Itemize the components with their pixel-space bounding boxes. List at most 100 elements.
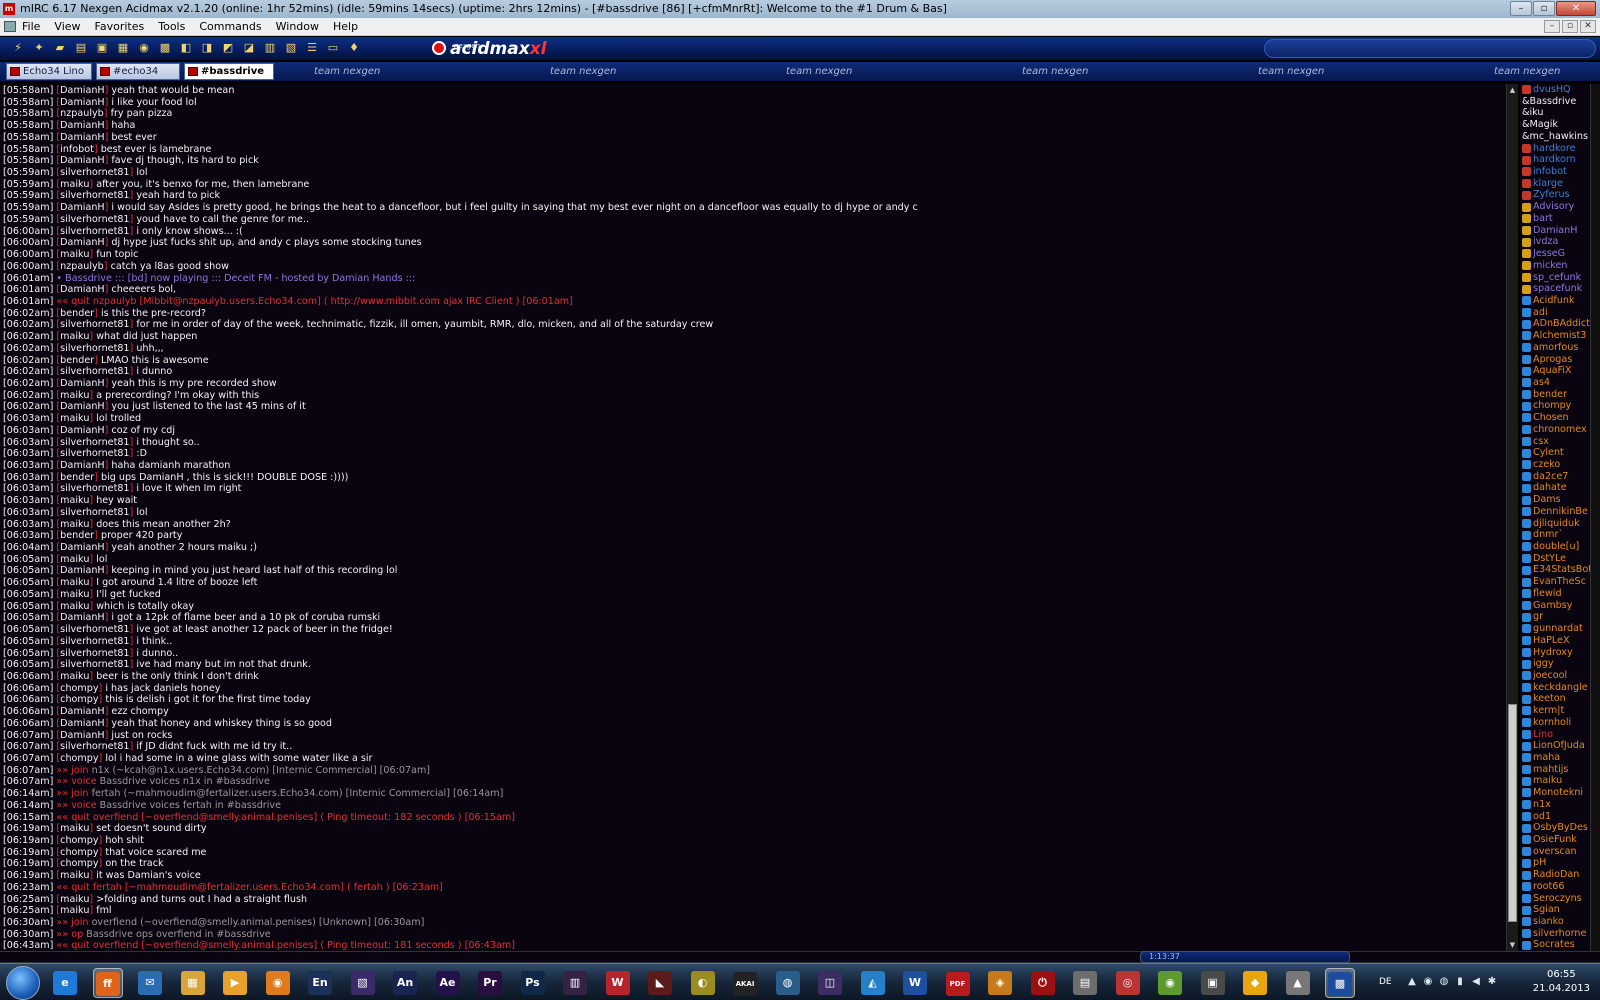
tray-expand-icon[interactable]: ▲	[1406, 976, 1418, 988]
nickname[interactable]: maiku	[60, 331, 89, 342]
mirc-app-icon[interactable]: m	[3, 3, 15, 15]
nick-list-item[interactable]: double[u]	[1520, 541, 1600, 553]
nickname[interactable]: nzpaulyb	[60, 108, 104, 119]
nickname[interactable]: DamianH	[60, 85, 104, 96]
taskbar-app-button[interactable]: W	[603, 968, 633, 998]
taskbar-app-button[interactable]: ▩	[1325, 968, 1355, 998]
nickname[interactable]: DamianH	[60, 542, 104, 553]
nick-list-item[interactable]: Gambsy	[1520, 600, 1600, 612]
nick-list-item[interactable]: chronomex	[1520, 424, 1600, 436]
nickname[interactable]: chompy	[60, 835, 98, 846]
taskbar-app-button[interactable]: ⏻	[1028, 968, 1058, 998]
taskbar-app-button[interactable]: ◣	[645, 968, 675, 998]
cascade-icon[interactable]: ▭	[325, 40, 341, 56]
nick-list-item[interactable]: Sgian	[1520, 904, 1600, 916]
nick-list-item[interactable]: &Bassdrive	[1520, 96, 1600, 108]
language-indicator[interactable]: DE	[1379, 977, 1392, 987]
mdi-close-button[interactable]: ✕	[1580, 20, 1596, 33]
nick-list-item[interactable]: od1	[1520, 811, 1600, 823]
nickname[interactable]: maiku	[60, 671, 89, 682]
nickname[interactable]: maiku	[60, 413, 89, 424]
taskbar-app-button[interactable]: ▲	[1283, 968, 1313, 998]
colors-icon[interactable]: ▩	[157, 40, 173, 56]
nick-list-item[interactable]: ADnBAddict	[1520, 318, 1600, 330]
menu-file[interactable]: File	[22, 18, 40, 35]
nickname[interactable]: nzpaulyb	[60, 261, 104, 272]
nickname[interactable]: DamianH	[60, 378, 104, 389]
nickname[interactable]: silverhornet81	[60, 366, 129, 377]
connect-icon[interactable]: ⚡	[10, 40, 26, 56]
taskbar-app-button[interactable]: ◉	[1155, 968, 1185, 998]
nickname[interactable]: DamianH	[60, 237, 104, 248]
nick-list-item[interactable]: csx	[1520, 436, 1600, 448]
nick-list-item[interactable]: bart	[1520, 213, 1600, 225]
nickname[interactable]: maiku	[60, 823, 89, 834]
nickname[interactable]: chompy	[60, 694, 98, 705]
title-bar[interactable]: m mIRC 6.17 Nexgen Acidmax v2.1.20 (onli…	[0, 0, 1600, 18]
nickname[interactable]: silverhornet81	[60, 636, 129, 647]
nickname[interactable]: maiku	[60, 870, 89, 881]
menu-tools[interactable]: Tools	[158, 18, 185, 35]
nickname[interactable]: chompy	[60, 847, 98, 858]
taskbar-app-button[interactable]: ▣	[1198, 968, 1228, 998]
taskbar-app-button[interactable]: ▥	[560, 968, 590, 998]
taskbar-app-button[interactable]: ◍	[773, 968, 803, 998]
clock[interactable]: 06:55 21.04.2013	[1533, 968, 1590, 996]
taskbar-app-button[interactable]: ◐	[688, 968, 718, 998]
taskbar-app-button[interactable]: PDF	[943, 968, 973, 998]
taskbar-app-button[interactable]: ▤	[1070, 968, 1100, 998]
nick-list-item[interactable]: Socrates	[1520, 939, 1600, 951]
nick-list-item[interactable]: sp_cefunk	[1520, 272, 1600, 284]
nickname[interactable]: chompy	[60, 858, 98, 869]
nick-list-item[interactable]: &iku	[1520, 107, 1600, 119]
nick-list-item[interactable]: pH	[1520, 857, 1600, 869]
nickname[interactable]: DamianH	[60, 612, 104, 623]
nick-list-item[interactable]: &mc_hawkins	[1520, 131, 1600, 143]
log-icon[interactable]: ◪	[241, 40, 257, 56]
timer-icon[interactable]: ◉	[136, 40, 152, 56]
taskbar-app-button[interactable]: ◭	[858, 968, 888, 998]
nick-list-item[interactable]: mahtijs	[1520, 764, 1600, 776]
nickname[interactable]: silverhornet81	[60, 659, 129, 670]
nickname[interactable]: silverhornet81	[60, 167, 129, 178]
nickname[interactable]: silverhornet81	[60, 507, 129, 518]
taskbar-app-button[interactable]: ◉	[263, 968, 293, 998]
nickname[interactable]: DamianH	[60, 97, 104, 108]
nickname[interactable]: infobot	[60, 144, 94, 155]
notes-icon[interactable]: ▥	[262, 40, 278, 56]
nickname[interactable]: maiku	[60, 554, 89, 565]
nickname[interactable]: silverhornet81	[60, 319, 129, 330]
nickname[interactable]: bender	[60, 355, 94, 366]
taskbar-app-button[interactable]: e	[50, 968, 80, 998]
nick-list[interactable]: dvusHQ &Bassdrive &iku &Magik &mc_hawkins har…	[1520, 84, 1600, 951]
nickname[interactable]: DamianH	[60, 401, 104, 412]
nickname[interactable]: silverhornet81	[60, 648, 129, 659]
nickname[interactable]: maiku	[60, 894, 89, 905]
nickname[interactable]: silverhornet81	[60, 448, 129, 459]
nick-list-item[interactable]: joecool	[1520, 670, 1600, 682]
media-player-bar[interactable]: 1:13:37	[1140, 951, 1350, 963]
nickname[interactable]: maiku	[60, 905, 89, 916]
nickname[interactable]: silverhornet81	[60, 624, 129, 635]
nick-list-item[interactable]: n1x	[1520, 799, 1600, 811]
nick-list-item[interactable]: kerm|t	[1520, 705, 1600, 717]
nick-list-item[interactable]: dnmr`	[1520, 529, 1600, 541]
menu-view[interactable]: View	[54, 18, 80, 35]
chat-log[interactable]: [05:58am] [DamianH] yeah that would be m…	[0, 84, 1506, 951]
nick-list-item[interactable]: hardkore	[1520, 143, 1600, 155]
nick-list-item[interactable]: gunnardat	[1520, 623, 1600, 635]
close-button[interactable]: ✕	[1556, 1, 1596, 16]
nick-list-item[interactable]: overscan	[1520, 846, 1600, 858]
nick-list-item[interactable]: Monotekni	[1520, 787, 1600, 799]
dcc-send-icon[interactable]: ◧	[178, 40, 194, 56]
nick-list-item[interactable]: chompy	[1520, 400, 1600, 412]
nick-list-item[interactable]: Zyferus	[1520, 189, 1600, 201]
notify-icon[interactable]: ◩	[220, 40, 236, 56]
nickname[interactable]: silverhornet81	[60, 343, 129, 354]
tab-echo34-lino[interactable]: Echo34 Lino	[6, 63, 92, 80]
nickname[interactable]: maiku	[60, 495, 89, 506]
nickname[interactable]: bender	[60, 530, 94, 541]
nickname[interactable]: silverhornet81	[60, 190, 129, 201]
nickname[interactable]: DamianH	[60, 565, 104, 576]
nick-list-item[interactable]: EvanTheSc	[1520, 576, 1600, 588]
